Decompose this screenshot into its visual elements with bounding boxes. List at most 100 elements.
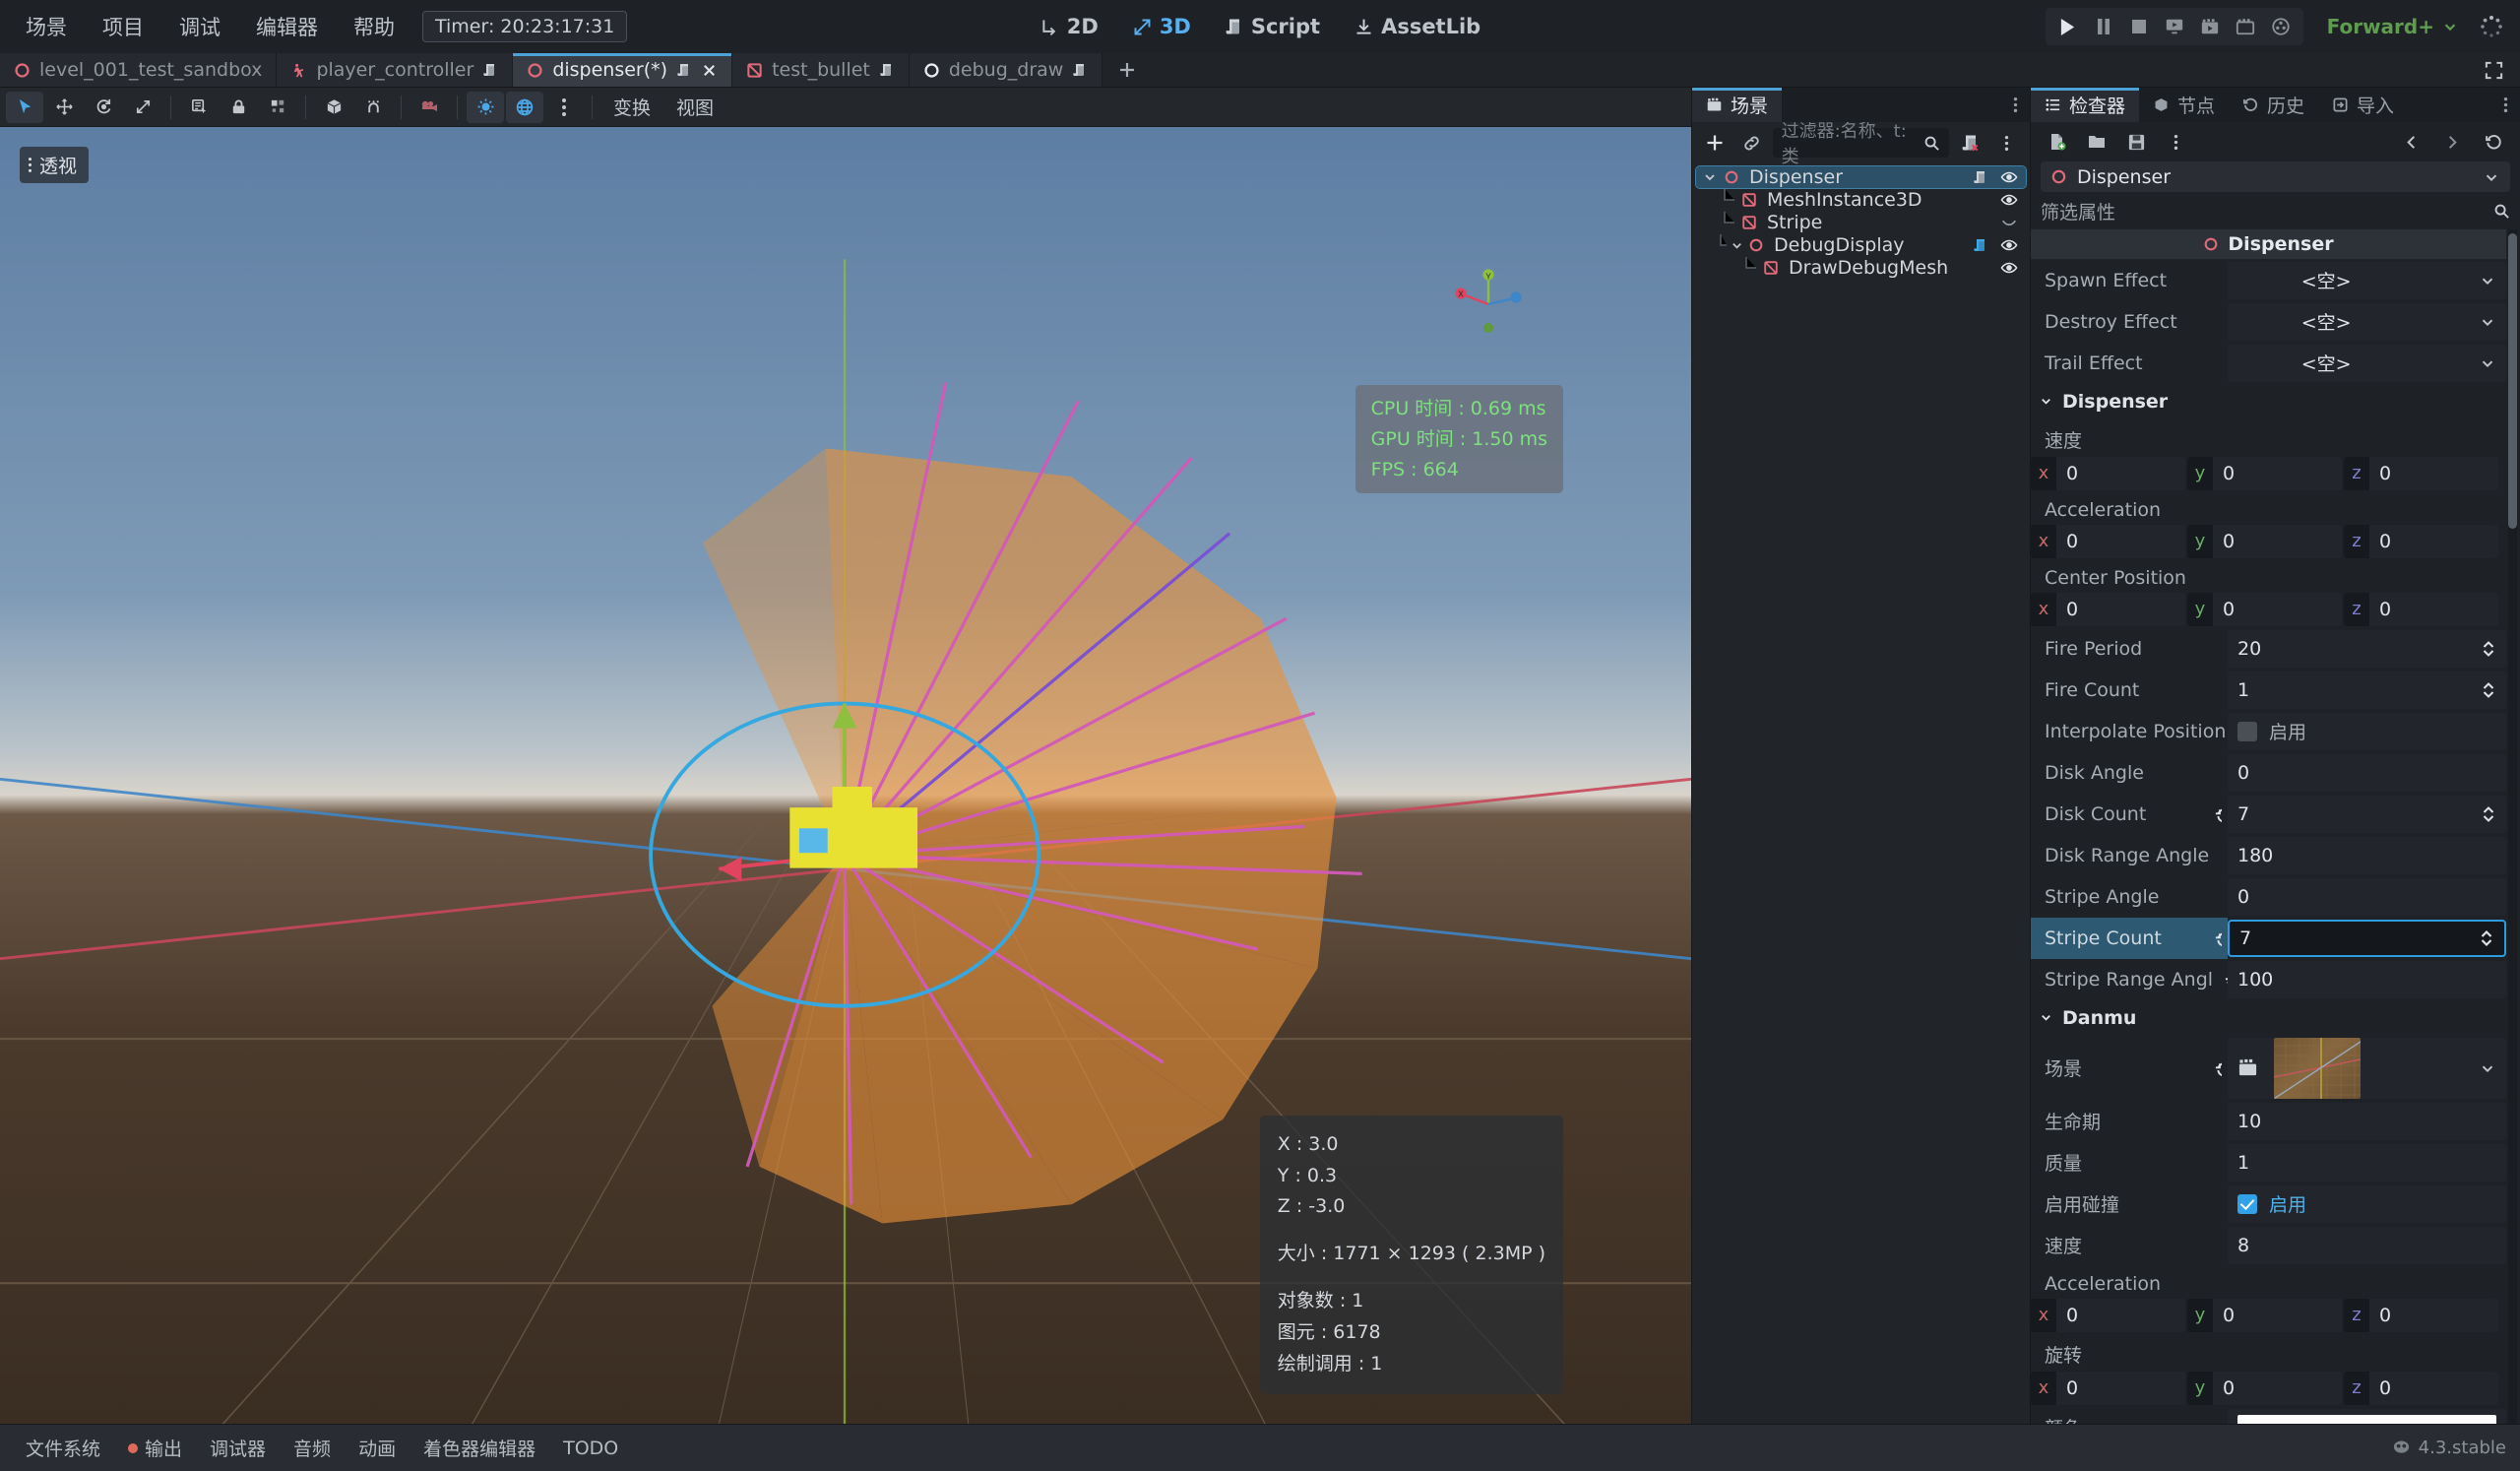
history-back-button[interactable] xyxy=(2394,127,2427,157)
resource-menu-button[interactable] xyxy=(2159,127,2192,157)
property-row-fire-count[interactable]: Fire Count 1 xyxy=(2031,670,2506,711)
chevron-down-icon[interactable] xyxy=(2479,272,2496,289)
stop-button[interactable] xyxy=(2122,11,2156,42)
bottom-tab-output[interactable]: 输出 xyxy=(116,1430,194,1466)
vector-field-x[interactable]: x0 xyxy=(2031,592,2185,626)
tab-scene[interactable]: 场景 xyxy=(1692,88,1783,122)
tree-item-meshinstance3d[interactable]: MeshInstance3D xyxy=(1696,189,2026,211)
property-value-resource[interactable]: <空> xyxy=(2228,261,2506,299)
scene-tab-test_bullet[interactable]: test_bullet xyxy=(732,53,910,87)
pause-button[interactable] xyxy=(2087,11,2120,42)
revert-icon[interactable] xyxy=(2203,804,2222,823)
vector-field-z[interactable]: z0 xyxy=(2344,592,2498,626)
eye-icon[interactable] xyxy=(2000,168,2018,186)
property-value-text[interactable]: 0 xyxy=(2228,877,2506,916)
play-button[interactable] xyxy=(2051,11,2085,42)
menu-editor[interactable]: 编辑器 xyxy=(240,6,334,47)
bottom-tab-shader-editor[interactable]: 着色器编辑器 xyxy=(411,1430,547,1466)
scene-tab-debug_draw[interactable]: debug_draw xyxy=(909,53,1103,87)
script-icon[interactable] xyxy=(1973,169,1988,185)
menu-project[interactable]: 项目 xyxy=(87,6,159,47)
property-row-lifetime[interactable]: 生命期 10 xyxy=(2031,1101,2506,1142)
inspector-filter-input[interactable]: 筛选属性 xyxy=(2041,196,2510,224)
chevron-down-icon[interactable] xyxy=(2479,354,2496,372)
revert-icon[interactable] xyxy=(2203,928,2222,947)
chevron-down-icon[interactable] xyxy=(2479,313,2496,331)
vector-field-x[interactable]: x0 xyxy=(2031,524,2185,558)
property-row-danmu-speed[interactable]: 速度 8 xyxy=(2031,1225,2506,1266)
chevron-down-icon[interactable] xyxy=(1702,169,1718,185)
distraction-free-button[interactable] xyxy=(2468,53,2520,87)
spinner-updown-icon[interactable] xyxy=(2479,928,2494,948)
play-custom-button[interactable] xyxy=(2229,11,2262,42)
property-value-resource[interactable]: <空> xyxy=(2228,302,2506,341)
property-row-stripe-range-angle[interactable]: Stripe Range Angl 100 xyxy=(2031,959,2506,1000)
eye-icon[interactable] xyxy=(2000,259,2018,277)
close-icon[interactable] xyxy=(701,62,718,79)
property-row-rotation-vector[interactable]: x0 y0 z0 xyxy=(2031,1370,2506,1407)
inspector-property-list[interactable]: Dispenser Spawn Effect <空> Destroy Effec… xyxy=(2031,228,2520,1424)
vector-field-x[interactable]: x0 xyxy=(2031,456,2185,490)
snap-mode-tool-button[interactable] xyxy=(315,92,352,123)
property-group-dispenser[interactable]: Dispenser xyxy=(2031,384,2506,419)
property-row-scene[interactable]: 场景 xyxy=(2031,1036,2506,1101)
tree-item-dispenser[interactable]: Dispenser xyxy=(1695,165,2027,189)
property-value-checkbox[interactable]: 启用 xyxy=(2228,712,2506,750)
view-rotation-gizmo[interactable]: Y X xyxy=(1449,265,1528,344)
scene-tree-more-button[interactable] xyxy=(1991,128,2022,158)
vector-field-z[interactable]: z0 xyxy=(2344,1298,2498,1332)
spinner-updown-icon[interactable] xyxy=(2481,680,2496,700)
property-row-danmu-acceleration-vector[interactable]: x0 y0 z0 xyxy=(2031,1297,2506,1334)
inspector-more-button[interactable] xyxy=(2491,88,2520,122)
group-tool-button[interactable] xyxy=(259,92,296,123)
property-row-destroy-effect[interactable]: Destroy Effect <空> xyxy=(2031,301,2506,343)
script-icon[interactable] xyxy=(1973,237,1988,253)
color-swatch[interactable] xyxy=(2237,1414,2496,1424)
version-status[interactable]: 4.3.stable xyxy=(2392,1438,2506,1458)
vector-field-y[interactable]: y0 xyxy=(2187,456,2342,490)
checkbox-unchecked[interactable] xyxy=(2237,721,2257,741)
property-value-text[interactable]: 8 xyxy=(2228,1226,2506,1264)
menu-help[interactable]: 帮助 xyxy=(338,6,410,47)
property-value-spinbox[interactable]: 1 xyxy=(2228,671,2506,709)
property-row-acceleration-vector[interactable]: x0 y0 z0 xyxy=(2031,523,2506,560)
bottom-tab-animation[interactable]: 动画 xyxy=(346,1430,408,1466)
property-value-text[interactable]: 180 xyxy=(2228,836,2506,874)
mode-2d-button[interactable]: 2D xyxy=(1026,9,1112,44)
renderer-selector[interactable]: Forward+ xyxy=(2317,11,2469,42)
tab-node[interactable]: 节点 xyxy=(2139,88,2230,122)
scene-tab-player_controller[interactable]: player_controller xyxy=(277,53,514,87)
eye-icon[interactable] xyxy=(2000,191,2018,209)
transform-menu-button[interactable]: 变换 xyxy=(601,90,662,124)
menu-scene[interactable]: 场景 xyxy=(10,6,83,47)
rotate-tool-button[interactable] xyxy=(85,92,122,123)
scene-tab-dispenser[interactable]: dispenser(*) xyxy=(513,53,733,87)
mode-script-button[interactable]: Script xyxy=(1211,9,1334,44)
vector-field-z[interactable]: z0 xyxy=(2344,1371,2498,1405)
instance-scene-button[interactable] xyxy=(1736,128,1767,158)
revert-history-button[interactable] xyxy=(2477,127,2510,157)
select-tool-button[interactable] xyxy=(6,91,43,123)
property-row-trail-effect[interactable]: Trail Effect <空> xyxy=(2031,343,2506,384)
detach-script-button[interactable] xyxy=(1955,128,1985,158)
vector-field-y[interactable]: y0 xyxy=(2187,1298,2342,1332)
history-forward-button[interactable] xyxy=(2435,127,2469,157)
preview-environment-tool-button[interactable] xyxy=(506,91,543,123)
vector-field-y[interactable]: y0 xyxy=(2187,1371,2342,1405)
property-row-disk-range-angle[interactable]: Disk Range Angle 180 xyxy=(2031,835,2506,876)
movie-writer-button[interactable] xyxy=(2264,11,2298,42)
preview-sun-tool-button[interactable] xyxy=(467,91,504,123)
scene-panel-more-button[interactable] xyxy=(2001,88,2030,122)
scale-tool-button[interactable] xyxy=(124,92,161,123)
tab-inspector[interactable]: 检查器 xyxy=(2031,88,2140,122)
view-menu-button[interactable]: 视图 xyxy=(664,90,725,124)
menu-debug[interactable]: 调试 xyxy=(163,6,236,47)
revert-icon[interactable] xyxy=(2203,1058,2222,1077)
add-scene-tab-button[interactable] xyxy=(1102,53,1152,87)
lock-tool-button[interactable] xyxy=(220,92,257,123)
tree-item-stripe[interactable]: Stripe xyxy=(1696,212,2026,233)
scene-tab-level_001_test_sandbox[interactable]: level_001_test_sandbox xyxy=(0,53,278,87)
bottom-tab-todo[interactable]: TODO xyxy=(551,1433,630,1464)
camera-preview-tool-button[interactable] xyxy=(410,92,448,123)
property-group-danmu[interactable]: Danmu xyxy=(2031,1000,2506,1036)
